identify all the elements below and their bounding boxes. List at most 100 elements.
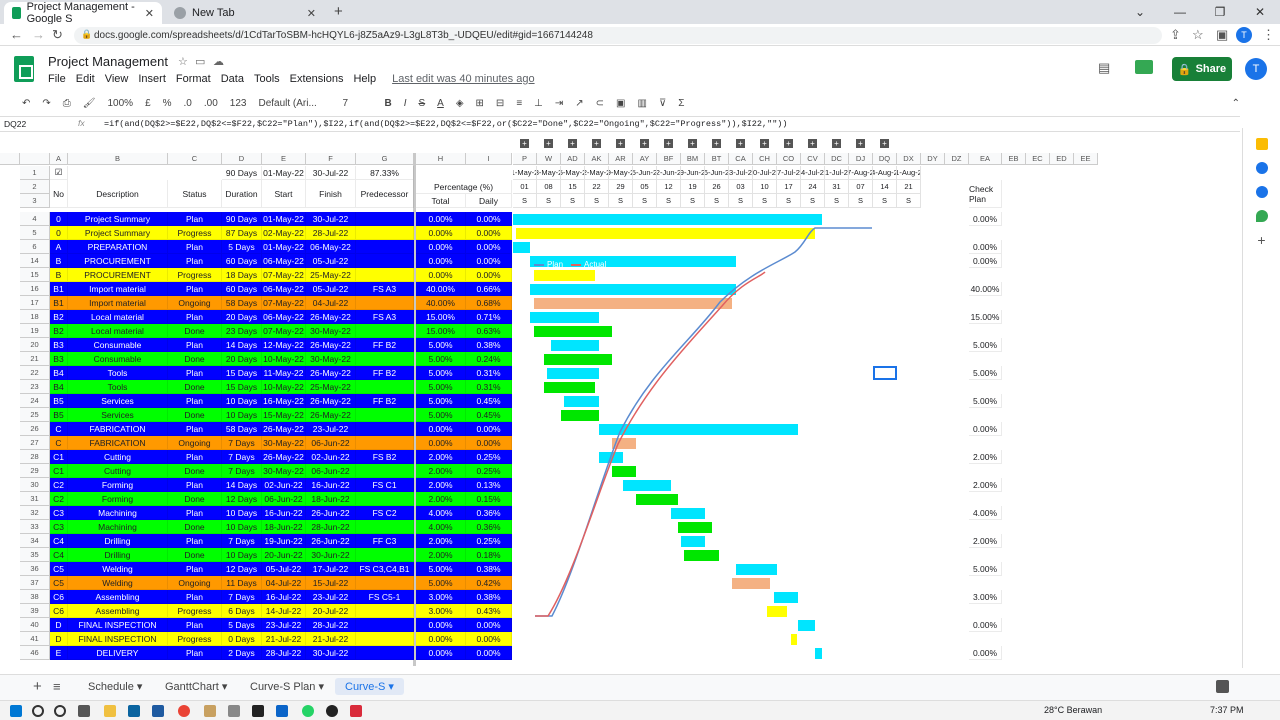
sheet-tab-ganttchart[interactable]: GanttChart ▾ xyxy=(165,680,227,693)
cell-total[interactable]: 5.00% xyxy=(416,338,466,352)
row-header[interactable]: 25 xyxy=(20,408,50,422)
expand-group-icon[interactable]: + xyxy=(664,139,673,148)
expand-group-icon[interactable]: + xyxy=(856,139,865,148)
cell-desc[interactable]: FABRICATION xyxy=(68,422,168,436)
cell-finish[interactable]: 26-Jun-22 xyxy=(306,506,356,520)
cell-total[interactable]: 0.00% xyxy=(416,254,466,268)
row-header[interactable]: 26 xyxy=(20,422,50,436)
column-header-D[interactable]: D xyxy=(222,153,262,165)
add-sheet-icon[interactable]: + xyxy=(33,678,42,695)
zoom-select[interactable]: 100% xyxy=(107,98,133,109)
column-header-ED[interactable]: ED xyxy=(1050,153,1074,165)
cell-total[interactable]: 40.00% xyxy=(416,296,466,310)
cell-pred[interactable]: FS B2 xyxy=(356,450,414,464)
cell-desc[interactable]: Forming xyxy=(68,492,168,506)
row-header[interactable]: 33 xyxy=(20,520,50,534)
cell-daily[interactable]: 0.00% xyxy=(466,632,512,646)
cell-start[interactable]: 12-May-22 xyxy=(262,338,306,352)
cell-daily[interactable]: 0.63% xyxy=(466,324,512,338)
cell-desc[interactable]: FINAL INSPECTION xyxy=(68,632,168,646)
last-edit-link[interactable]: Last edit was 40 minutes ago xyxy=(392,73,534,85)
cell-no[interactable]: C xyxy=(50,436,68,450)
cell-no[interactable]: C1 xyxy=(50,464,68,478)
cell-status[interactable]: Progress xyxy=(168,632,222,646)
cell-dur[interactable]: 18 Days xyxy=(222,268,262,282)
column-header-CH[interactable]: CH xyxy=(753,153,777,165)
cell-start[interactable]: 30-May-22 xyxy=(262,436,306,450)
menu-insert[interactable]: Insert xyxy=(138,73,166,85)
column-header-AR[interactable]: AR xyxy=(609,153,633,165)
document-title[interactable]: Project Management xyxy=(48,54,168,69)
cell-finish[interactable]: 25-May-22 xyxy=(306,268,356,282)
store-icon[interactable] xyxy=(128,705,140,717)
cell-finish[interactable]: 26-May-22 xyxy=(306,310,356,324)
cell-start[interactable]: 07-May-22 xyxy=(262,296,306,310)
cell-status[interactable]: Ongoing xyxy=(168,296,222,310)
cell-no[interactable]: E xyxy=(50,646,68,660)
row-header[interactable]: 34 xyxy=(20,534,50,548)
cell-no[interactable]: 0 xyxy=(50,226,68,240)
cell-dur[interactable]: 15 Days xyxy=(222,366,262,380)
cell-total[interactable]: 40.00% xyxy=(416,282,466,296)
contacts-icon[interactable] xyxy=(1255,186,1268,198)
cell-pred[interactable] xyxy=(356,324,414,338)
browser-menu-icon[interactable]: ⋮ xyxy=(1262,27,1275,43)
cell-pred[interactable] xyxy=(356,604,414,618)
expand-group-icon[interactable]: + xyxy=(808,139,817,148)
cell-desc[interactable]: Project Summary xyxy=(68,212,168,226)
cell-start[interactable]: 16-Jul-22 xyxy=(262,590,306,604)
keep-icon[interactable] xyxy=(1255,138,1268,150)
row-header[interactable]: 30 xyxy=(20,478,50,492)
cell-dur[interactable]: 6 Days xyxy=(222,604,262,618)
cell-start[interactable]: 16-Jun-22 xyxy=(262,506,306,520)
cell-desc[interactable]: Tools xyxy=(68,366,168,380)
expand-group-icon[interactable]: + xyxy=(736,139,745,148)
cell-daily[interactable]: 0.15% xyxy=(466,492,512,506)
cell-desc[interactable]: Project Summary xyxy=(68,226,168,240)
merge-cells-icon[interactable]: ⊟ xyxy=(496,98,504,109)
cell-finish[interactable]: 26-May-22 xyxy=(306,408,356,422)
cell-pred[interactable] xyxy=(356,352,414,366)
weather-text[interactable]: 28°C Berawan xyxy=(1044,705,1102,715)
cell-status[interactable]: Plan xyxy=(168,590,222,604)
cell-desc[interactable]: Import material xyxy=(68,282,168,296)
browser-tab-sheets[interactable]: Project Management - Google S ✕ xyxy=(4,1,162,25)
cell-start[interactable]: 11-May-22 xyxy=(262,366,306,380)
column-header-DX[interactable]: DX xyxy=(897,153,921,165)
column-header-DZ[interactable]: DZ xyxy=(945,153,969,165)
cell-daily[interactable]: 0.71% xyxy=(466,310,512,324)
cell-status[interactable]: Ongoing xyxy=(168,436,222,450)
cell-desc[interactable]: Drilling xyxy=(68,548,168,562)
cell-no[interactable]: C5 xyxy=(50,562,68,576)
row-header[interactable]: 28 xyxy=(20,450,50,464)
row-header[interactable]: 46 xyxy=(20,646,50,660)
new-tab-plus-icon[interactable]: + xyxy=(334,3,343,20)
row-header[interactable]: 17 xyxy=(20,296,50,310)
cell-dur[interactable]: 10 Days xyxy=(222,506,262,520)
insert-chart-icon[interactable]: ▥ xyxy=(638,98,647,109)
cell-no[interactable]: B2 xyxy=(50,324,68,338)
maximize-icon[interactable]: ❐ xyxy=(1200,0,1240,24)
cell-finish[interactable]: 28-Jun-22 xyxy=(306,520,356,534)
cell-desc[interactable]: FINAL INSPECTION xyxy=(68,618,168,632)
cell-pred[interactable] xyxy=(356,268,414,282)
cell-no[interactable]: B5 xyxy=(50,408,68,422)
cell-daily[interactable]: 0.25% xyxy=(466,534,512,548)
row-header[interactable]: 27 xyxy=(20,436,50,450)
cell-total[interactable]: 2.00% xyxy=(416,478,466,492)
chrome-icon[interactable] xyxy=(178,705,190,717)
cell-total[interactable]: 15.00% xyxy=(416,310,466,324)
cell-finish[interactable]: 28-Jul-22 xyxy=(306,618,356,632)
cell-total[interactable]: 2.00% xyxy=(416,450,466,464)
cell-no[interactable]: B4 xyxy=(50,380,68,394)
cell-status[interactable]: Done xyxy=(168,380,222,394)
menu-view[interactable]: View xyxy=(105,73,129,85)
cell-start[interactable]: 10-May-22 xyxy=(262,352,306,366)
cell-no[interactable]: B xyxy=(50,268,68,282)
cell-total[interactable]: 4.00% xyxy=(416,520,466,534)
menu-help[interactable]: Help xyxy=(353,73,376,85)
cell-start[interactable]: 07-May-22 xyxy=(262,268,306,282)
cell-status[interactable]: Done xyxy=(168,464,222,478)
cell-total[interactable]: 0.00% xyxy=(416,618,466,632)
cell-status[interactable]: Plan xyxy=(168,338,222,352)
